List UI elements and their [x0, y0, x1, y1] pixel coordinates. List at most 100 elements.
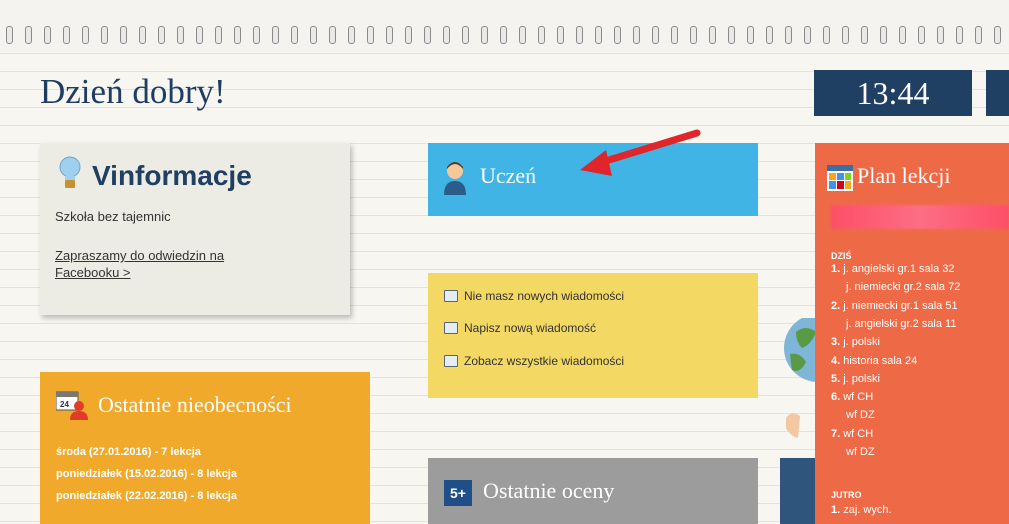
binding-ring [139, 26, 146, 44]
lesson-text: historia sala 24 [843, 354, 918, 367]
binding-ring [272, 26, 279, 44]
lesson-item: 2. j. niemiecki gr.1 sala 51 [831, 300, 958, 312]
plan-lekcji-tile: Plan lekcji DZIŚ 1. j. angielski gr.1 sa… [815, 143, 1009, 524]
lesson-text: wf DZ [846, 446, 875, 458]
binding-ring [709, 26, 716, 44]
binding-ring [690, 26, 697, 44]
message-item-view-all[interactable]: Zobacz wszystkie wiadomości [444, 354, 624, 368]
binding-ring [671, 26, 678, 44]
vinformacje-title: Vinformacje [92, 160, 252, 191]
lesson-item: wf DZ [846, 409, 875, 421]
timetable-icon [827, 165, 853, 191]
lesson-text: j. niemiecki gr.1 sala 51 [843, 299, 958, 312]
binding-ring [215, 26, 222, 44]
lightbulb-icon [59, 156, 81, 188]
binding-ring [557, 26, 564, 44]
lesson-text: wf CH [843, 427, 874, 440]
grade-badge-icon: 5+ [444, 480, 472, 506]
binding-ring [785, 26, 792, 44]
binding-ring [747, 26, 754, 44]
plan-lekcji-title: Plan lekcji [857, 163, 951, 188]
message-item-write-new[interactable]: Napisz nową wiadomość [444, 321, 596, 335]
binding-ring [348, 26, 355, 44]
lesson-number: 5. [831, 372, 844, 385]
binding-ring [842, 26, 849, 44]
message-item-no-new[interactable]: Nie masz nowych wiadomości [444, 289, 624, 303]
uczen-label: Uczeń [480, 163, 537, 188]
vinformacje-subtitle: Szkoła bez tajemnic [55, 209, 171, 224]
lesson-number: 3. [831, 336, 844, 349]
today-label: DZIŚ [831, 251, 852, 261]
binding-ring [994, 26, 1001, 44]
lesson-text: j. angielski gr.1 sala 32 [843, 263, 955, 275]
binding-ring [196, 26, 203, 44]
svg-text:24: 24 [60, 400, 69, 409]
lesson-item: wf DZ [846, 446, 875, 458]
lesson-item: 5. j. polski [831, 373, 880, 385]
message-item-label: Nie masz nowych wiadomości [464, 289, 625, 303]
binding-ring [500, 26, 507, 44]
lesson-item: 3. j. polski [831, 336, 880, 348]
binding-ring [253, 26, 260, 44]
messages-tile: Nie masz nowych wiadomości Napisz nową w… [428, 273, 758, 398]
binding-ring [63, 26, 70, 44]
message-item-label: Zobacz wszystkie wiadomości [464, 354, 625, 368]
redacted-class-name [831, 205, 1009, 229]
binding-ring [158, 26, 165, 44]
folder-icon [444, 355, 458, 367]
binding-ring [937, 26, 944, 44]
clock-display: 13:44 [814, 70, 972, 116]
lesson-text: wf DZ [846, 409, 875, 422]
binding-ring [538, 26, 545, 44]
binding-ring [234, 26, 241, 44]
binding-ring [462, 26, 469, 44]
binding-ring [519, 26, 526, 44]
absence-item[interactable]: środa (27.01.2016) - 7 lekcja [56, 446, 201, 458]
lesson-text: wf CH [843, 391, 874, 404]
lesson-item: 1. j. angielski gr.1 sala 32 [831, 263, 955, 275]
lesson-item: 4. historia sala 24 [831, 355, 917, 367]
lesson-text: j. polski [843, 336, 880, 349]
lesson-text: j. polski [843, 372, 880, 385]
student-icon [444, 162, 466, 195]
binding-ring [424, 26, 431, 44]
binding-ring [44, 26, 51, 44]
vinformacje-card: Vinformacje Szkoła bez tajemnic Zaprasza… [40, 143, 350, 315]
binding-ring [823, 26, 830, 44]
tomorrow-label: JUTRO [831, 490, 862, 500]
lesson-number: 1. [831, 504, 844, 516]
globe-illustration [780, 318, 822, 524]
binding-ring [120, 26, 127, 44]
binding-ring [899, 26, 906, 44]
lesson-item: 6. wf CH [831, 391, 873, 403]
binding-ring [804, 26, 811, 44]
binding-ring [405, 26, 412, 44]
lesson-item: 7. wf CH [831, 428, 873, 440]
binding-ring [880, 26, 887, 44]
absence-item[interactable]: poniedziałek (22.02.2016) - 8 lekcja [56, 490, 237, 502]
calendar-person-icon: 24 [56, 391, 88, 420]
lesson-item: j. niemiecki gr.2 sala 72 [846, 281, 960, 293]
lesson-number: 7. [831, 427, 844, 440]
binding-ring [386, 26, 393, 44]
binding-ring [82, 26, 89, 44]
facebook-link[interactable]: Zapraszamy do odwiedzin na Facebooku > [55, 247, 285, 281]
binding-ring [766, 26, 773, 44]
grades-tile[interactable]: 5+ Ostatnie oceny [428, 458, 758, 524]
binding-ring [291, 26, 298, 44]
uczen-tile[interactable]: Uczeń [428, 143, 758, 216]
absence-item[interactable]: poniedziałek (15.02.2016) - 8 lekcja [56, 468, 237, 480]
message-item-label: Napisz nową wiadomość [464, 321, 597, 335]
binding-ring [956, 26, 963, 44]
lesson-number: 1. [831, 263, 844, 275]
lesson-text: j. angielski gr.2 sala 11 [846, 317, 957, 330]
binding-ring [652, 26, 659, 44]
binding-ring [728, 26, 735, 44]
binding-ring [25, 26, 32, 44]
lesson-text: zaj. wych. [843, 504, 892, 516]
binding-ring [443, 26, 450, 44]
lesson-item: j. angielski gr.2 sala 11 [846, 318, 956, 330]
lesson-item: 1. zaj. wych. [831, 504, 892, 516]
binding-ring [918, 26, 925, 44]
binding-ring [481, 26, 488, 44]
